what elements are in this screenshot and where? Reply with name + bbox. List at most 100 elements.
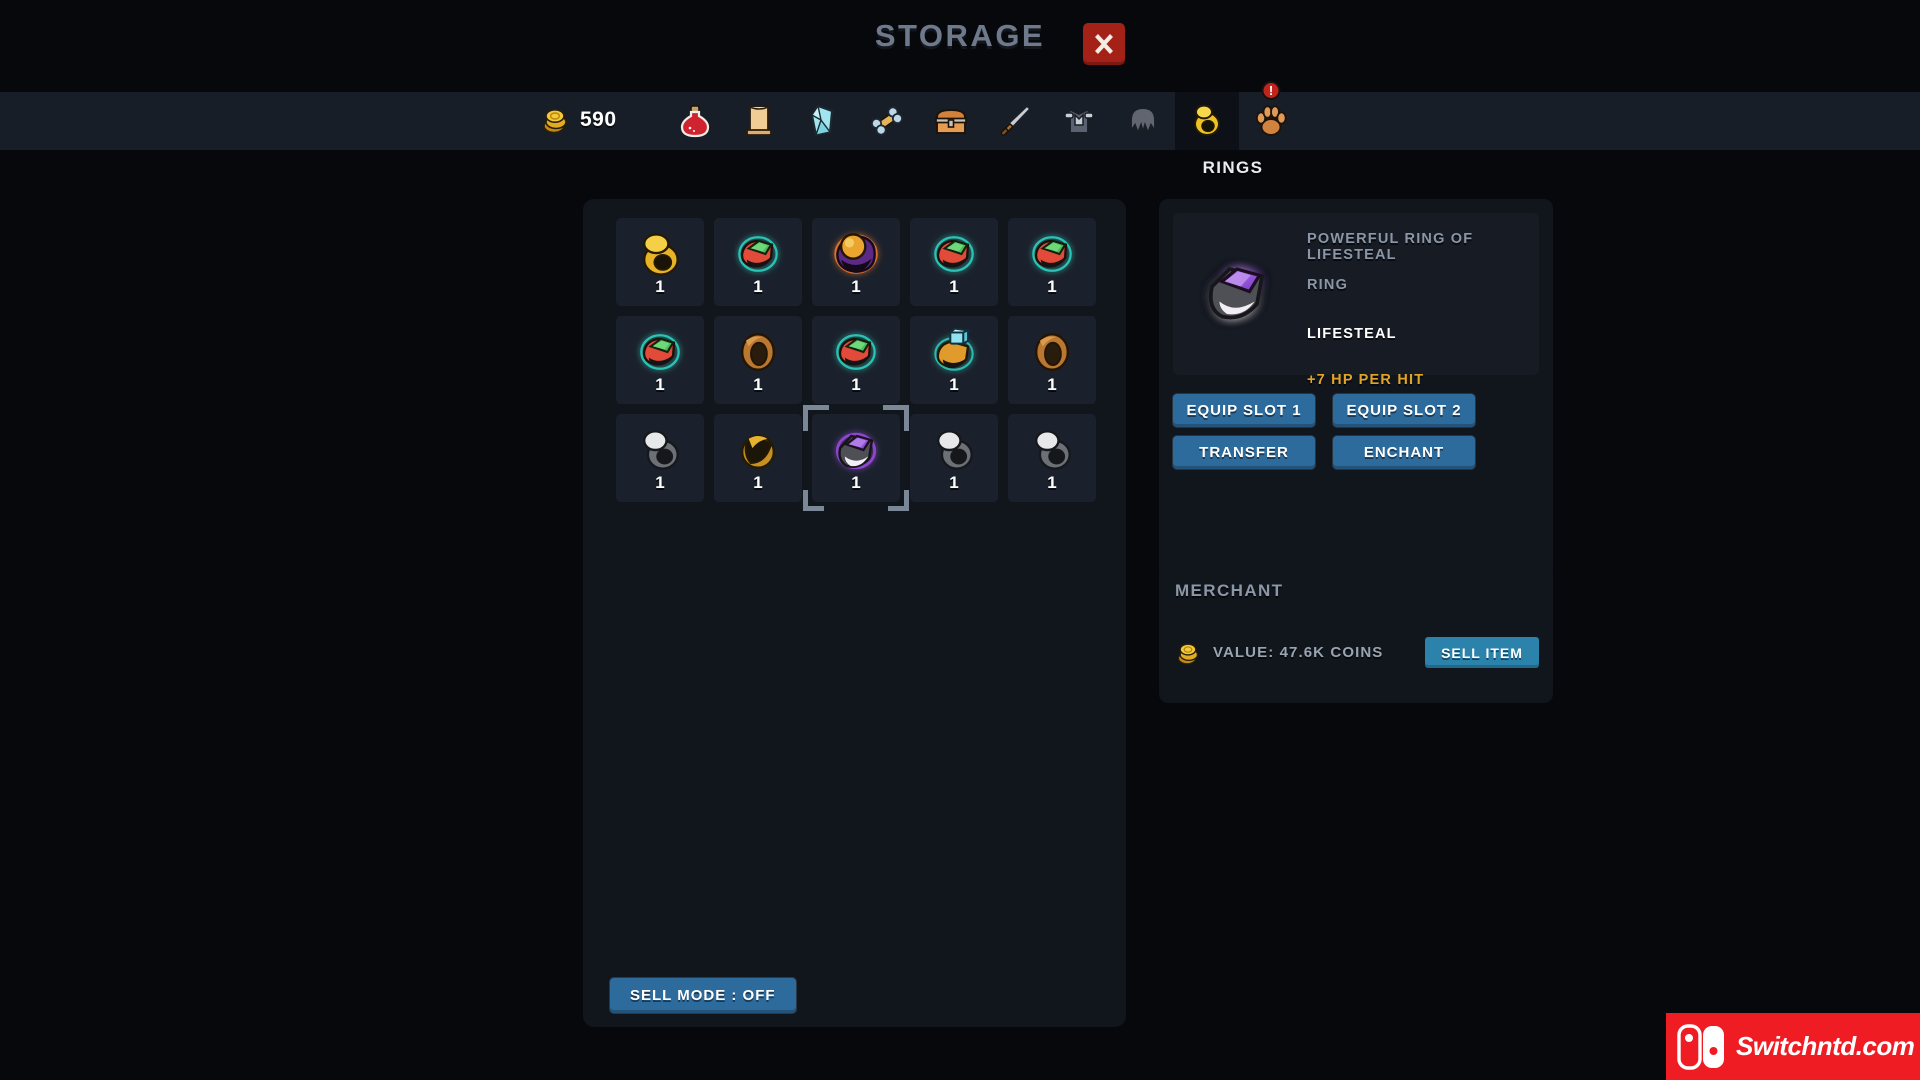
inventory-slot[interactable]: 1 (1008, 218, 1096, 306)
item-icon (730, 422, 786, 478)
inventory-slot[interactable]: 1 (910, 218, 998, 306)
transfer-button[interactable]: TRANSFER (1173, 436, 1315, 469)
ring-bronze-plain-icon (740, 333, 776, 371)
item-quantity: 1 (949, 277, 959, 296)
ring-icon (1194, 104, 1220, 136)
item-quantity: 1 (949, 473, 959, 492)
ring-rainbow-glow-icon (738, 236, 778, 272)
merchant-value-row: VALUE: 47.6K COINS SELL ITEM (1175, 637, 1539, 668)
item-quantity: 1 (851, 473, 861, 492)
inventory-slot[interactable]: 1 (714, 316, 802, 404)
inventory-slot[interactable]: 1 (714, 218, 802, 306)
equip-slot-1-button[interactable]: EQUIP SLOT 1 (1173, 394, 1315, 427)
item-quantity: 1 (1047, 473, 1057, 492)
item-card: POWERFUL RING OF LIFESTEAL RING LIFESTEA… (1173, 213, 1539, 388)
equip-slot-2-button[interactable]: EQUIP SLOT 2 (1333, 394, 1475, 427)
tab-weapons[interactable] (983, 92, 1047, 150)
tab-chests[interactable] (919, 92, 983, 150)
item-quantity: 1 (1047, 277, 1057, 296)
armor-icon (1063, 108, 1095, 134)
merchant-panel: MERCHANT VALUE: 47.6K COINS SELL ITEM (1159, 563, 1553, 696)
ring-bronze-plain-icon (1034, 333, 1070, 371)
inventory-slot[interactable]: 1 (714, 414, 802, 502)
inventory-slot[interactable]: 1 (910, 414, 998, 502)
enchant-button[interactable]: ENCHANT (1333, 436, 1475, 469)
tab-pets[interactable]: ! (1239, 81, 1303, 150)
close-button[interactable] (1083, 23, 1125, 65)
item-icon (926, 422, 982, 478)
ring-rainbow-glow-icon (836, 334, 876, 370)
item-type: RING (1307, 277, 1349, 293)
tab-rings[interactable] (1175, 92, 1239, 150)
item-quantity: 1 (1047, 375, 1057, 394)
ring-silver-plain-icon (642, 430, 679, 470)
sell-mode-button[interactable]: SELL MODE : OFF (610, 978, 796, 1013)
tab-helmets[interactable] (1111, 92, 1175, 150)
storage-screen: STORAGE 590 ! RINGS 1 1 1 1 1 1 1 1 1 1 … (0, 0, 1920, 1080)
gem-icon (810, 104, 834, 137)
item-icon (828, 324, 884, 380)
item-quantity: 1 (851, 375, 861, 394)
inventory-slot[interactable]: 1 (1008, 316, 1096, 404)
coin-stack-icon (1177, 642, 1199, 665)
ring-purple-gem-icon (835, 432, 877, 470)
item-icon (926, 226, 982, 282)
item-bonus: +7 HP PER HIT (1307, 372, 1425, 388)
ring-silver-plain-icon (936, 430, 973, 470)
item-icon (632, 226, 688, 282)
item-quantity: 1 (655, 473, 665, 492)
ring-orb-purple-icon (834, 233, 878, 274)
item-icon (828, 422, 884, 478)
tab-bones[interactable] (855, 92, 919, 150)
item-quantity: 1 (655, 375, 665, 394)
ring-gold-plain-icon (642, 233, 679, 276)
tab-armor[interactable] (1047, 92, 1111, 150)
tab-potions[interactable] (663, 92, 727, 150)
ring-gold-dark-icon (740, 434, 776, 469)
item-quantity: 1 (655, 277, 665, 296)
item-quantity: 1 (851, 277, 861, 296)
inventory-slot[interactable]: 1 (616, 414, 704, 502)
helmet-icon (1130, 107, 1156, 136)
item-icon (632, 324, 688, 380)
item-icon (730, 226, 786, 282)
ring-rainbow-glow-icon (934, 236, 974, 272)
tab-scrolls[interactable] (727, 92, 791, 150)
inventory-slot[interactable]: 1 (616, 218, 704, 306)
page-title: STORAGE (874, 18, 1046, 53)
watermark: Switchntd.com (1666, 1013, 1920, 1080)
top-bar: 590 ! (0, 81, 1920, 150)
inventory-slot[interactable]: 1 (812, 218, 900, 306)
ring-purple-gem-large-icon (1208, 266, 1265, 320)
inventory-slot-selected[interactable]: 1 (803, 405, 909, 511)
coin-stack-icon (543, 109, 567, 134)
item-icon (1024, 226, 1080, 282)
inventory-slot[interactable]: 1 (910, 316, 998, 404)
tab-gems[interactable] (791, 92, 855, 150)
item-quantity: 1 (949, 375, 959, 394)
ring-gold-cyan-gem-icon (934, 327, 974, 371)
coin-count: 590 (580, 108, 617, 131)
item-icon (632, 422, 688, 478)
sell-item-button[interactable]: SELL ITEM (1425, 637, 1539, 668)
active-tab-label: RINGS (1202, 158, 1264, 177)
category-tabs: ! (663, 81, 1303, 150)
inventory-grid: 1 1 1 1 1 1 1 1 1 1 1 1 1 1 1 (616, 218, 1096, 511)
item-icon (730, 324, 786, 380)
inventory-slot[interactable]: 1 (1008, 414, 1096, 502)
item-quantity: 1 (753, 375, 763, 394)
notification-badge: ! (1261, 81, 1281, 100)
inventory-slot[interactable]: 1 (812, 316, 900, 404)
sword-icon (1000, 104, 1032, 137)
coin-display: 590 (540, 105, 617, 135)
item-icon (926, 324, 982, 380)
inventory-slot[interactable]: 1 (616, 316, 704, 404)
item-action-buttons: EQUIP SLOT 1 EQUIP SLOT 2 TRANSFER ENCHANT (1173, 394, 1539, 469)
bone-icon (871, 106, 903, 136)
item-icon (828, 226, 884, 282)
merchant-title: MERCHANT (1175, 581, 1284, 600)
item-effect: LIFESTEAL (1307, 326, 1397, 342)
item-preview (1173, 213, 1301, 375)
paw-icon (1255, 105, 1287, 136)
watermark-text: Switchntd.com (1736, 1031, 1915, 1061)
